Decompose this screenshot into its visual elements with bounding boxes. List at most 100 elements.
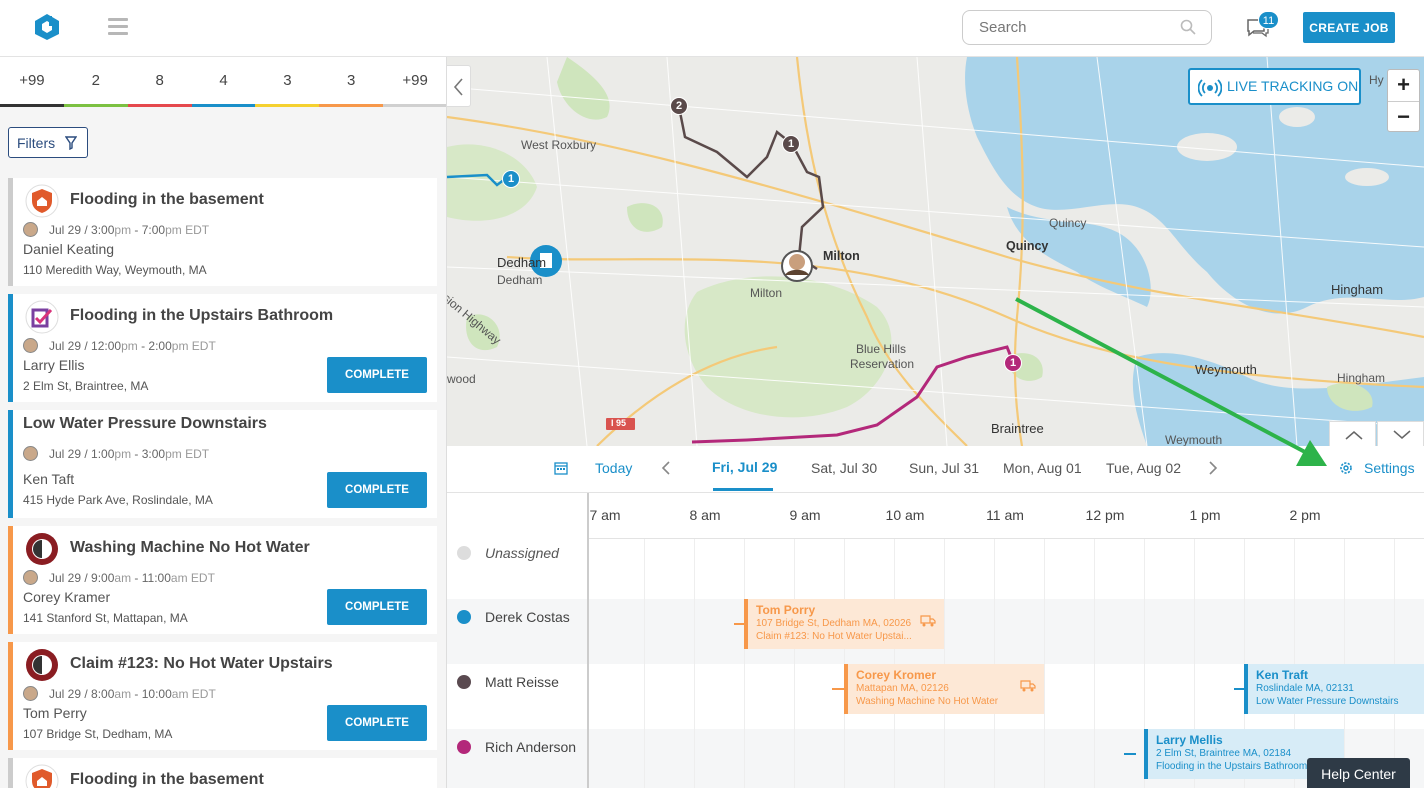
map-label: Weymouth [1195,362,1257,377]
tech-color-dot [457,740,471,754]
status-count[interactable]: +99 [0,57,64,107]
map-label: Hy [1369,73,1384,87]
day-tab[interactable]: Mon, Aug 01 [1003,460,1082,476]
route-stop-pin[interactable]: 1 [502,170,520,188]
map-label: Reservation [850,357,915,371]
settings-button[interactable]: Settings [1338,460,1415,476]
chevron-right-icon[interactable] [1208,460,1218,476]
map-label: Milton [750,286,783,300]
status-count[interactable]: 4 [191,57,256,107]
app-logo-icon[interactable] [34,13,60,41]
job-card[interactable]: Low Water Pressure Downstairs Jul 29 / 1… [8,410,437,518]
job-time: Jul 29 / 3:00pm - 7:00pm EDT [49,223,210,237]
filter-icon [65,136,77,150]
map-label: Quincy [1049,216,1087,230]
job-block-name: Tom Porry [756,603,816,617]
route-stop-pin[interactable]: 2 [670,97,688,115]
zoom-out-button[interactable]: − [1388,101,1419,132]
hour-header: 7 am 8 am 9 am 10 am 11 am 12 pm 1 pm 2 … [587,493,1424,539]
complete-button[interactable]: COMPLETE [327,472,427,508]
chevron-down-icon [1393,430,1411,439]
map-label: Blue Hills [856,342,907,356]
job-card[interactable]: Washing Machine No Hot Water Jul 29 / 9:… [8,526,437,634]
tech-name: Rich Anderson [485,739,577,755]
avatar [23,570,38,585]
job-card[interactable]: Flooding in the Upstairs Bathroom Jul 29… [8,294,437,402]
live-tracking-toggle[interactable]: LIVE TRACKING ON [1188,68,1361,105]
create-job-button[interactable]: CREATE JOB [1303,12,1395,43]
map-label: Milton [823,249,860,263]
customer-name: Daniel Keating [23,241,115,257]
job-card[interactable]: Claim #123: No Hot Water Upstairs Jul 29… [8,642,437,750]
menu-icon[interactable] [108,18,128,36]
collapse-map-button[interactable] [1377,421,1424,447]
day-tab[interactable]: Sat, Jul 30 [811,460,877,476]
status-count[interactable]: 2 [63,57,128,107]
job-card[interactable]: Flooding in the basement Jul 29 / 3:00pm… [8,178,437,286]
job-title: Flooding in the basement [70,771,264,788]
map-label: Dedham [497,255,547,270]
status-count[interactable]: +99 [383,57,446,107]
tech-row[interactable] [447,539,1424,604]
map-label: wood [447,372,476,386]
tech-color-dot [457,610,471,624]
job-list-panel: +99 2 8 4 3 3 +99 Filters Flooding in th… [0,57,447,788]
grid-line [794,539,795,788]
truck-icon [1020,680,1036,692]
job-card[interactable]: Flooding in the basement [8,758,437,788]
customer-name: Larry Ellis [23,357,85,373]
job-block-description: Claim #123: No Hot Water Upstai... [756,631,912,642]
truck-icon [920,615,936,627]
complete-button[interactable]: COMPLETE [327,705,427,741]
day-tab[interactable]: Tue, Aug 02 [1106,460,1181,476]
today-button[interactable]: Today [595,460,632,476]
route-stop-pin[interactable]: 1 [782,135,800,153]
day-tab-active[interactable]: Fri, Jul 29 [712,459,777,475]
tech-name: Matt Reisse [485,674,559,690]
help-center-button[interactable]: Help Center [1307,758,1410,788]
chevron-left-icon[interactable] [661,460,671,476]
filters-button[interactable]: Filters [8,127,88,158]
map-view[interactable]: West Roxbury Dedham Dedham Milton Milton… [447,57,1424,446]
chevron-left-icon [453,78,463,96]
calendar-icon[interactable] [554,461,568,475]
day-tab[interactable]: Sun, Jul 31 [909,460,979,476]
expand-map-button[interactable] [1329,421,1376,447]
job-block-name: Ken Traft [1256,668,1309,682]
hour-label: 7 am [589,507,621,523]
status-count[interactable]: 3 [319,57,384,107]
job-block-description: Low Water Pressure Downstairs [1256,696,1399,707]
schedule-job-block[interactable]: Tom Porry 107 Bridge St, Dedham MA, 0202… [744,599,944,649]
collapse-panel-button[interactable] [447,65,471,107]
complete-button[interactable]: COMPLETE [327,589,427,625]
travel-marker [1124,753,1136,755]
job-block-name: Larry Mellis [1156,733,1223,747]
schedule-divider [587,493,589,788]
zoom-in-button[interactable]: + [1388,70,1419,101]
search-icon[interactable] [1180,19,1196,35]
map-canvas [447,57,1424,446]
status-count[interactable]: 8 [127,57,192,107]
job-time: Jul 29 / 1:00pm - 3:00pm EDT [49,447,210,461]
tech-color-dot [457,675,471,689]
tech-name: Derek Costas [485,609,570,625]
schedule-grid: 7 am 8 am 9 am 10 am 11 am 12 pm 1 pm 2 … [447,493,1424,788]
schedule-job-block[interactable]: Ken Traft Roslindale MA, 02131 Low Water… [1244,664,1424,714]
company-logo-icon [26,533,58,565]
status-count[interactable]: 3 [255,57,320,107]
schedule-job-block[interactable]: Corey Kromer Mattapan MA, 02126 Washing … [844,664,1044,714]
search-input[interactable] [962,10,1212,45]
filters-label: Filters [17,134,56,151]
job-time: Jul 29 / 8:00am - 10:00am EDT [49,687,216,701]
map-label: Quincy [1006,239,1049,253]
job-block-description: Washing Machine No Hot Water [856,696,999,707]
company-logo-icon [25,764,59,788]
route-stop-pin[interactable]: 1 [1004,354,1022,372]
job-cards: Flooding in the basement Jul 29 / 3:00pm… [8,178,437,788]
complete-button[interactable]: COMPLETE [327,357,427,393]
map-label: Hingham [1337,371,1386,385]
job-block-address: Mattapan MA, 02126 [856,683,949,694]
avatar [23,222,38,237]
customer-name: Ken Taft [23,471,75,487]
chat-count-badge: 11 [1258,11,1279,29]
